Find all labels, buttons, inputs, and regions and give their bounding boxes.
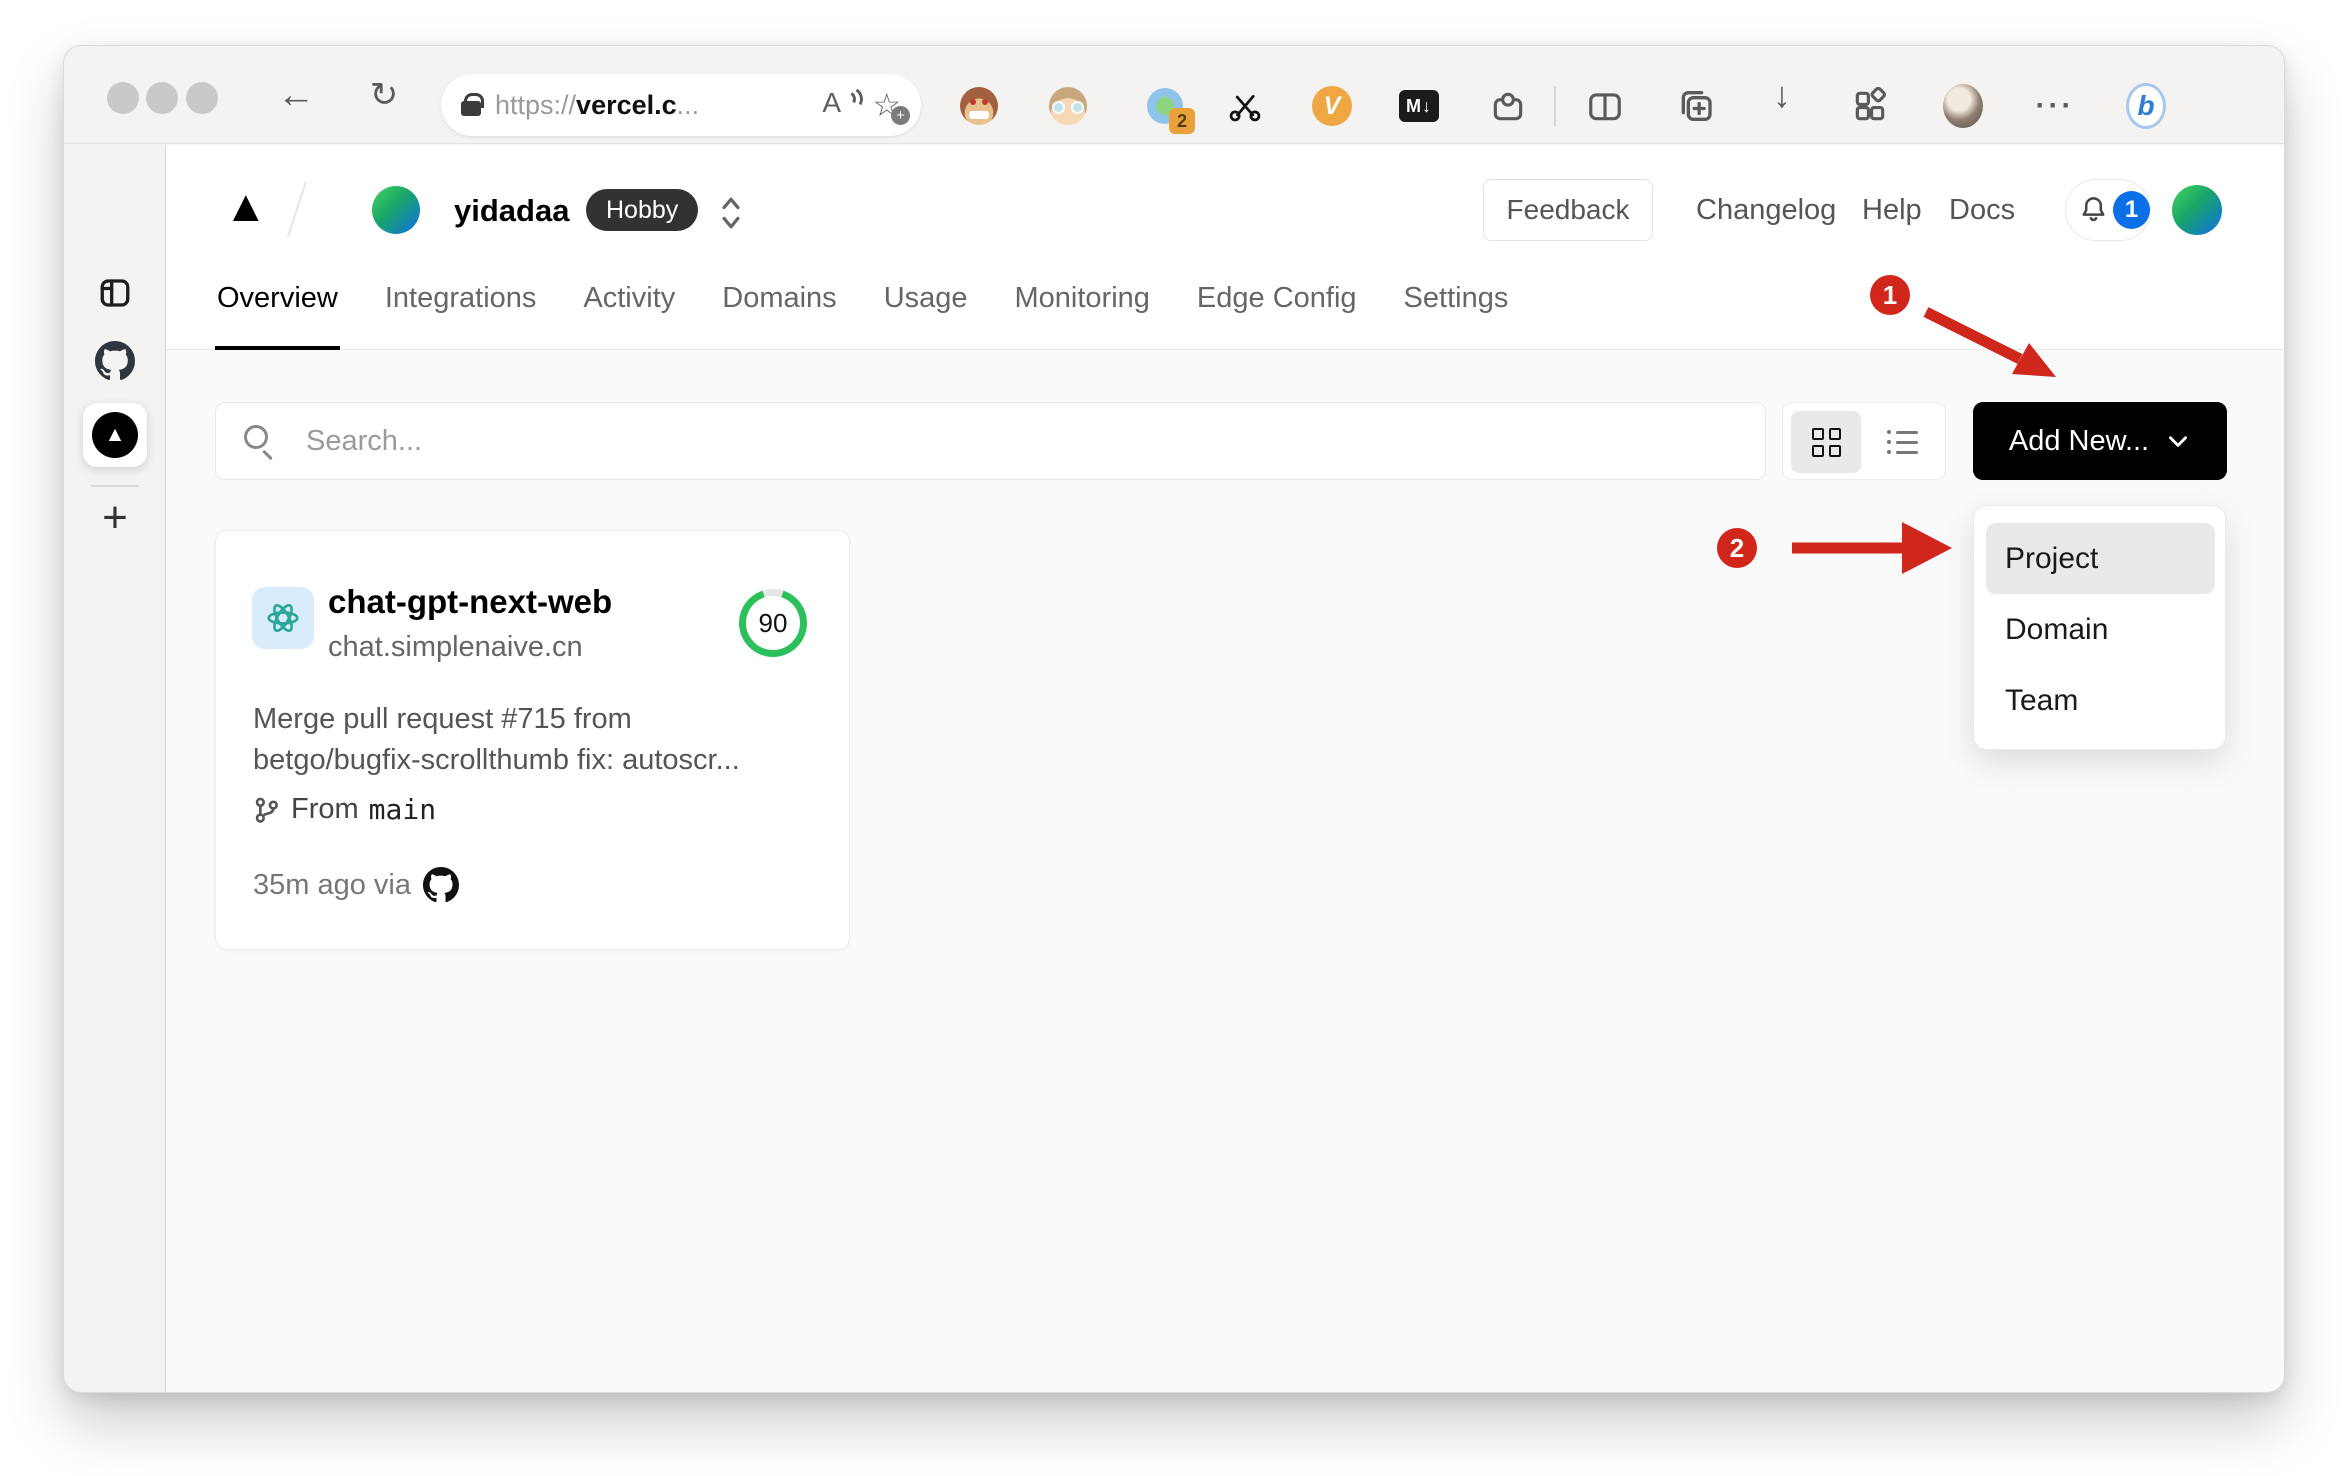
search-input[interactable] (306, 403, 1706, 479)
user-avatar[interactable] (2172, 185, 2222, 235)
breadcrumb-slash (287, 181, 307, 237)
split-screen-icon[interactable] (1585, 86, 1625, 126)
grid-view-button[interactable] (1791, 411, 1861, 473)
traffic-light-close[interactable] (107, 82, 139, 114)
tab-integrations[interactable]: Integrations (385, 270, 537, 350)
lock-icon (461, 93, 484, 116)
sidebar-add-button[interactable]: + (64, 493, 166, 543)
browser-window: ← ↻ https://vercel.c... A ☆ + 2 V M↓ ↓ ·… (63, 45, 2285, 1393)
menu-item-project[interactable]: Project (1986, 523, 2215, 594)
chevron-down-icon (2169, 436, 2188, 447)
project-name[interactable]: chat-gpt-next-web (328, 583, 612, 621)
docs-link[interactable]: Docs (1949, 179, 2015, 241)
tab-settings[interactable]: Settings (1404, 270, 1509, 350)
team-avatar (372, 186, 420, 234)
extension-clipper-icon[interactable] (1225, 86, 1265, 126)
add-new-dropdown: Project Domain Team (1973, 505, 2226, 750)
changelog-link[interactable]: Changelog (1696, 179, 1836, 241)
browser-toolbar: ← ↻ https://vercel.c... A ☆ + 2 V M↓ ↓ ·… (64, 46, 2284, 144)
more-menu-icon[interactable]: ··· (2035, 86, 2075, 126)
sidebar-panel-icon[interactable] (64, 275, 166, 311)
notification-badge: 1 (2113, 191, 2150, 229)
git-branch-icon (255, 797, 278, 823)
vercel-header: ▲ yidadaa Hobby Feedback Changelog Help … (166, 145, 2284, 350)
add-favorite-icon[interactable]: ☆ + (872, 89, 910, 125)
branch-row: From main (253, 793, 436, 826)
project-domain[interactable]: chat.simplenaive.cn (328, 631, 583, 664)
menu-item-domain[interactable]: Domain (1986, 594, 2215, 665)
extension-translate-icon[interactable]: 2 (1145, 86, 1195, 134)
sidebar-divider (91, 485, 139, 487)
search-icon (244, 425, 268, 449)
read-aloud-icon[interactable]: A (822, 87, 858, 123)
back-icon[interactable]: ← (262, 46, 330, 144)
plan-badge: Hobby (586, 189, 699, 231)
address-bar[interactable]: https://vercel.c... A ☆ + (441, 74, 921, 136)
traffic-light-zoom[interactable] (186, 82, 218, 114)
extension-avatar-icon[interactable] (1048, 86, 1088, 126)
extension-badge: 2 (1169, 108, 1195, 134)
downloads-icon[interactable]: ↓ (1748, 46, 1816, 144)
menu-item-team[interactable]: Team (1986, 665, 2215, 736)
annotation-step-1: 1 (1870, 275, 1910, 315)
traffic-light-minimize[interactable] (146, 82, 178, 114)
profile-avatar[interactable] (1943, 84, 1983, 128)
project-card[interactable]: chat-gpt-next-web chat.simplenaive.cn 90… (215, 530, 850, 950)
tab-monitoring[interactable]: Monitoring (1015, 270, 1150, 350)
tab-overview[interactable]: Overview (215, 270, 340, 350)
annotation-step-2: 2 (1717, 528, 1757, 568)
branch-name: main (368, 793, 437, 826)
view-toggle (1782, 402, 1946, 480)
score-value: 90 (746, 596, 800, 650)
branch-label: From (291, 793, 359, 825)
url-text: https://vercel.c... (495, 89, 700, 120)
tab-domains[interactable]: Domains (722, 270, 836, 350)
browser-sidebar: ▲ + (64, 145, 166, 1392)
extension-markdown-icon[interactable]: M↓ (1399, 86, 1439, 126)
add-new-button[interactable]: Add New... (1973, 402, 2227, 480)
sidebar-github-icon[interactable] (64, 341, 166, 381)
tab-usage[interactable]: Usage (884, 270, 968, 350)
toolbar-divider (1554, 86, 1556, 126)
bell-icon (2082, 197, 2105, 222)
project-favicon (252, 587, 314, 649)
github-icon (423, 867, 459, 903)
sidebar-vercel-tab[interactable]: ▲ (83, 403, 147, 467)
bing-icon[interactable]: b (2126, 83, 2166, 129)
deploy-meta: 35m ago via (253, 867, 459, 903)
team-name[interactable]: yidadaa (454, 193, 569, 229)
vercel-page: ▲ yidadaa Hobby Feedback Changelog Help … (166, 145, 2284, 1392)
vercel-logo-icon[interactable]: ▲ (224, 185, 268, 229)
tab-activity[interactable]: Activity (583, 270, 675, 350)
apps-icon[interactable] (1850, 86, 1890, 126)
search-box (215, 402, 1766, 480)
commit-message: Merge pull request #715 from betgo/bugfi… (253, 703, 740, 776)
team-switcher-icon[interactable] (714, 191, 748, 240)
deploy-time: 35m ago via (253, 868, 411, 901)
tab-edge-config[interactable]: Edge Config (1197, 270, 1357, 350)
overview-content: Add New... chat-gpt-next-web chat.simple… (166, 351, 2284, 1392)
list-view-button[interactable] (1867, 411, 1937, 473)
score-gauge: 90 (739, 589, 807, 657)
extension-v-icon[interactable]: V (1312, 86, 1352, 126)
vercel-tabs: Overview Integrations Activity Domains U… (215, 270, 1555, 350)
extensions-puzzle-icon[interactable] (1488, 86, 1528, 126)
feedback-button[interactable]: Feedback (1483, 179, 1653, 241)
vercel-favicon: ▲ (92, 412, 138, 458)
collections-icon[interactable] (1675, 86, 1715, 126)
refresh-icon[interactable]: ↻ (350, 46, 418, 144)
extension-tampermonkey-icon[interactable] (959, 86, 999, 126)
help-link[interactable]: Help (1862, 179, 1922, 241)
notifications-button[interactable]: 1 (2065, 179, 2151, 241)
